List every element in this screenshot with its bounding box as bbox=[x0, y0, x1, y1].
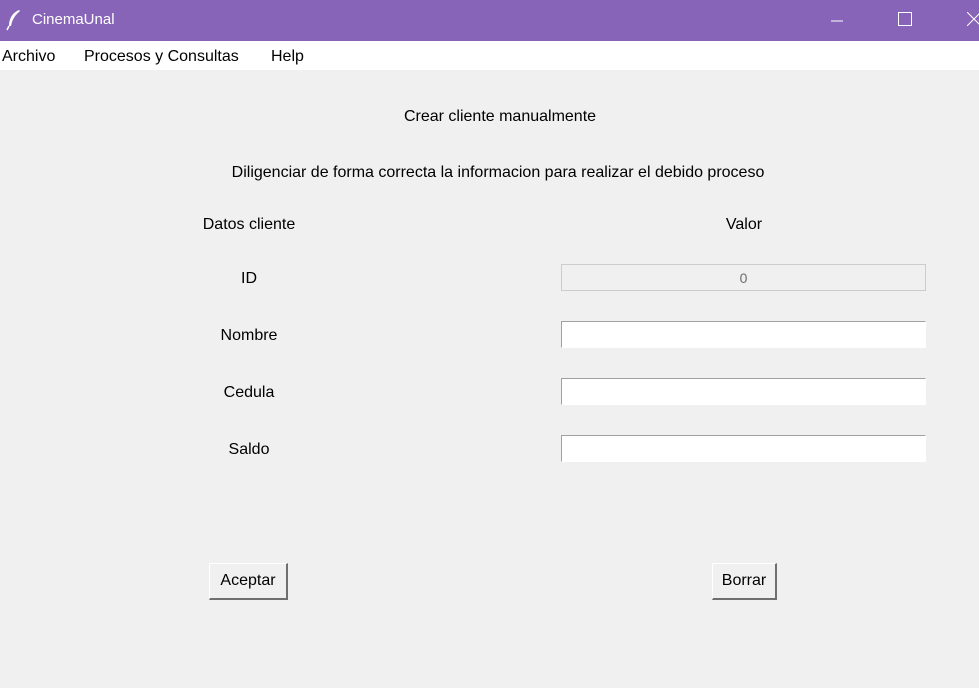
menu-bar: Archivo Procesos y Consultas Help bbox=[0, 41, 979, 70]
saldo-field[interactable] bbox=[561, 435, 926, 462]
maximize-icon bbox=[898, 12, 912, 26]
column-header-valor: Valor bbox=[725, 216, 763, 233]
minimize-icon bbox=[831, 20, 843, 22]
column-header-datos: Datos cliente bbox=[202, 216, 296, 233]
label-nombre: Nombre bbox=[220, 327, 278, 344]
menu-archivo[interactable]: Archivo bbox=[2, 47, 55, 67]
window-title: CinemaUnal bbox=[32, 11, 115, 28]
label-id: ID bbox=[241, 270, 257, 287]
form-description: Diligenciar de forma correcta la informa… bbox=[231, 164, 765, 181]
id-field bbox=[561, 264, 926, 291]
aceptar-button[interactable]: Aceptar bbox=[209, 563, 288, 600]
label-saldo: Saldo bbox=[228, 441, 270, 458]
nombre-field[interactable] bbox=[561, 321, 926, 348]
maximize-button[interactable] bbox=[882, 0, 928, 41]
menu-help[interactable]: Help bbox=[271, 47, 304, 67]
label-cedula: Cedula bbox=[223, 384, 275, 401]
cedula-field[interactable] bbox=[561, 378, 926, 405]
form-title: Crear cliente manualmente bbox=[403, 108, 597, 125]
borrar-button[interactable]: Borrar bbox=[712, 563, 777, 600]
close-button[interactable] bbox=[950, 0, 979, 41]
feather-icon bbox=[6, 9, 22, 31]
title-bar: CinemaUnal bbox=[0, 0, 979, 41]
close-icon bbox=[967, 12, 979, 26]
menu-procesos-consultas[interactable]: Procesos y Consultas bbox=[84, 47, 239, 67]
minimize-button[interactable] bbox=[814, 0, 860, 41]
